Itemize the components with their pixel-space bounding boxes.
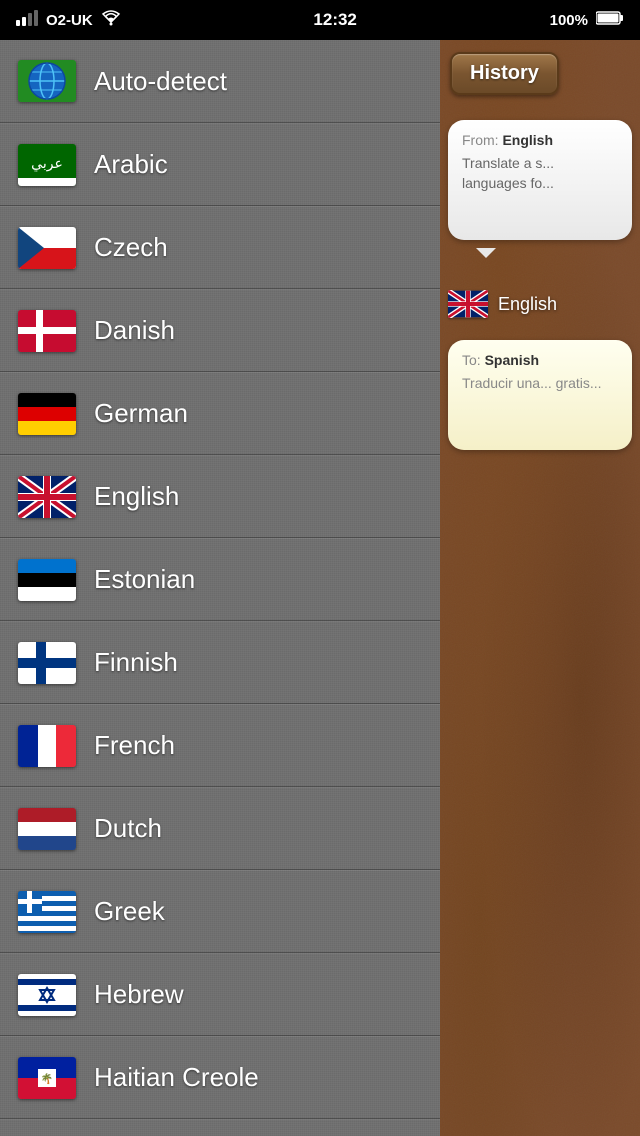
- battery-label: 100%: [550, 12, 588, 29]
- flag-english: [18, 476, 76, 518]
- lang-item-hungarian[interactable]: Hungarian: [0, 1119, 440, 1136]
- english-row-label: English: [498, 294, 557, 315]
- lang-item-greek[interactable]: Greek: [0, 870, 440, 953]
- lang-item-estonian[interactable]: Estonian: [0, 538, 440, 621]
- status-left: O2-UK: [16, 10, 121, 30]
- from-label: From: English: [462, 132, 618, 148]
- carrier-label: O2-UK: [46, 12, 93, 29]
- lang-name-dutch: Dutch: [94, 813, 162, 844]
- lang-name-german: German: [94, 398, 188, 429]
- flag-french: [18, 725, 76, 767]
- status-bar: O2-UK 12:32 100%: [0, 0, 640, 40]
- flag-auto-detect: [18, 60, 76, 102]
- flag-czech: [18, 227, 76, 269]
- lang-name-danish: Danish: [94, 315, 175, 346]
- battery-icon: [596, 11, 624, 29]
- flag-arabic: عربي: [18, 144, 76, 186]
- wifi-icon: [101, 10, 121, 30]
- english-flag-mini: [448, 290, 488, 318]
- lang-item-arabic[interactable]: عربي Arabic: [0, 123, 440, 206]
- lang-item-finnish[interactable]: Finnish: [0, 621, 440, 704]
- lang-item-czech[interactable]: Czech: [0, 206, 440, 289]
- history-button[interactable]: History: [450, 52, 559, 95]
- main-container: Auto-detect عربي Arabic Czech Danish Ger…: [0, 40, 640, 1136]
- lang-name-arabic: Arabic: [94, 149, 168, 180]
- flag-haitian-creole: 🌴: [18, 1057, 76, 1099]
- time-label: 12:32: [313, 10, 356, 30]
- lang-name-czech: Czech: [94, 232, 168, 263]
- lang-item-dutch[interactable]: Dutch: [0, 787, 440, 870]
- bubble-to-text: Traducir una... gratis...: [462, 374, 618, 394]
- to-label: To: Spanish: [462, 352, 618, 368]
- signal-icon: [16, 10, 38, 30]
- flag-dutch: [18, 808, 76, 850]
- flag-hebrew: [18, 974, 76, 1016]
- lang-name-haitian-creole: Haitian Creole: [94, 1062, 259, 1093]
- lang-item-hebrew[interactable]: Hebrew: [0, 953, 440, 1036]
- lang-name-finnish: Finnish: [94, 647, 178, 678]
- lang-item-auto-detect[interactable]: Auto-detect: [0, 40, 440, 123]
- lang-name-auto-detect: Auto-detect: [94, 66, 227, 97]
- flag-german: [18, 393, 76, 435]
- english-row: English: [448, 290, 557, 318]
- to-bubble: To: Spanish Traducir una... gratis...: [448, 340, 632, 450]
- flag-finnish: [18, 642, 76, 684]
- from-bubble: From: English Translate a s... languages…: [448, 120, 632, 240]
- svg-text:عربي: عربي: [31, 155, 63, 172]
- lang-name-hebrew: Hebrew: [94, 979, 184, 1010]
- lang-name-greek: Greek: [94, 896, 165, 927]
- language-list: Auto-detect عربي Arabic Czech Danish Ger…: [0, 40, 440, 1136]
- flag-danish: [18, 310, 76, 352]
- right-panel: History From: English Translate a s... l…: [440, 40, 640, 1136]
- flag-estonian: [18, 559, 76, 601]
- lang-item-english[interactable]: English: [0, 455, 440, 538]
- lang-name-english: English: [94, 481, 179, 512]
- flag-greek: [18, 891, 76, 933]
- lang-item-german[interactable]: German: [0, 372, 440, 455]
- svg-text:🌴: 🌴: [41, 1072, 53, 1085]
- lang-item-haitian-creole[interactable]: 🌴 Haitian Creole: [0, 1036, 440, 1119]
- status-right: 100%: [550, 11, 624, 29]
- lang-name-french: French: [94, 730, 175, 761]
- bubble-from-text: Translate a s... languages fo...: [462, 154, 618, 193]
- lang-name-estonian: Estonian: [94, 564, 195, 595]
- lang-item-french[interactable]: French: [0, 704, 440, 787]
- lang-item-danish[interactable]: Danish: [0, 289, 440, 372]
